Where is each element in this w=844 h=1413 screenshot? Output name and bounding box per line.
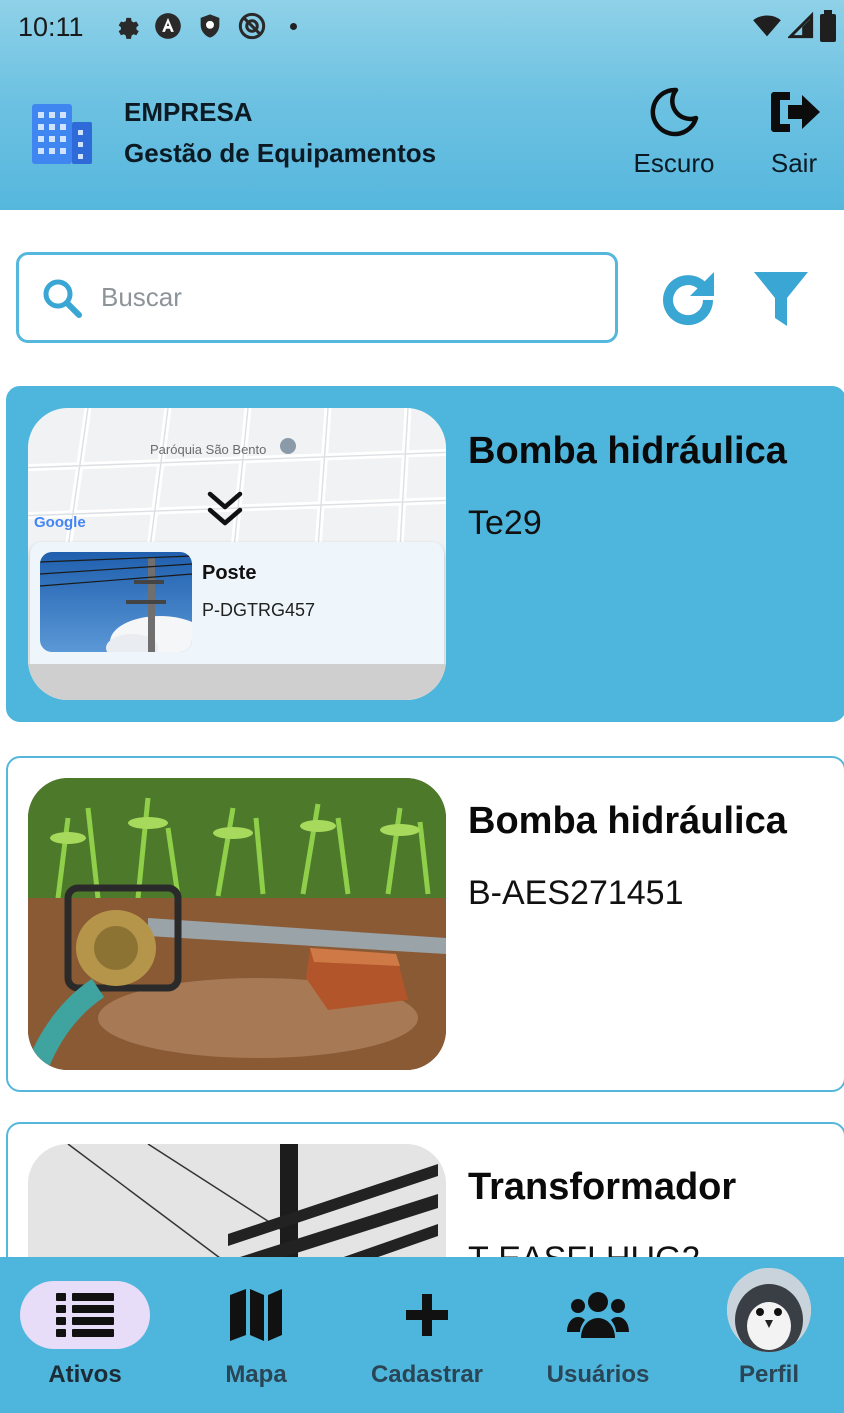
search-input[interactable] bbox=[101, 282, 581, 313]
asset-card[interactable]: Bomba hidráulica B-AES271451 bbox=[6, 756, 844, 1092]
status-icons-left bbox=[112, 12, 297, 40]
map-popup[interactable]: Poste P-DGTRG457 bbox=[30, 542, 444, 664]
asset-title: Bomba hidráulica bbox=[468, 800, 787, 842]
app-a-icon bbox=[155, 13, 181, 39]
status-time: 10:11 bbox=[18, 12, 84, 42]
dark-mode-button[interactable]: Escuro bbox=[622, 84, 726, 179]
asset-title: Bomba hidráulica bbox=[468, 430, 787, 472]
asset-photo bbox=[28, 778, 446, 1070]
refresh-icon[interactable] bbox=[656, 268, 720, 332]
users-icon bbox=[567, 1292, 629, 1338]
nav-label: Perfil bbox=[738, 1361, 800, 1388]
wifi-icon bbox=[753, 15, 781, 37]
pole-photo-small bbox=[40, 552, 192, 652]
pump-photo bbox=[28, 778, 446, 1070]
penguin-avatar bbox=[727, 1268, 811, 1352]
double-chevron-down-icon[interactable] bbox=[204, 488, 246, 530]
map-bottom-strip bbox=[28, 664, 446, 700]
settings-icon bbox=[118, 17, 139, 39]
sign-out-icon bbox=[771, 92, 820, 132]
filter-icon[interactable] bbox=[752, 268, 810, 330]
avatar bbox=[727, 1268, 811, 1352]
nav-item-usuarios[interactable]: Usuários bbox=[523, 1281, 673, 1389]
google-logo: Google bbox=[34, 514, 86, 531]
app-header: 10:11 EMPRESA Gestão de Equipamentos Esc… bbox=[0, 0, 844, 210]
nav-item-mapa[interactable]: Mapa bbox=[181, 1281, 331, 1389]
search-box[interactable] bbox=[16, 252, 618, 343]
map-thumbnail[interactable]: Paróquia São Bento Google Poste P-DGTRG4… bbox=[28, 408, 446, 700]
moon-icon bbox=[650, 87, 699, 137]
nav-label: Usuários bbox=[546, 1361, 650, 1388]
battery-icon bbox=[820, 10, 836, 42]
status-icons-right bbox=[752, 10, 836, 42]
nav-item-cadastrar[interactable]: Cadastrar bbox=[352, 1281, 502, 1389]
logout-button[interactable]: Sair bbox=[750, 84, 838, 179]
building-icon bbox=[32, 104, 92, 164]
dark-mode-label: Escuro bbox=[633, 148, 715, 178]
nav-label: Mapa bbox=[225, 1361, 287, 1388]
status-bar: 10:11 bbox=[0, 0, 844, 56]
nav-label: Cadastrar bbox=[370, 1361, 484, 1388]
plus-icon bbox=[406, 1294, 448, 1336]
nav-item-ativos[interactable]: Ativos bbox=[10, 1281, 160, 1389]
app-subtitle: Gestão de Equipamentos bbox=[124, 138, 437, 168]
popup-code: P-DGTRG457 bbox=[202, 600, 316, 620]
nav-item-perfil[interactable]: Perfil bbox=[694, 1268, 844, 1389]
map-icon bbox=[230, 1289, 282, 1341]
list-icon bbox=[56, 1293, 114, 1337]
asset-title: Transformador bbox=[468, 1166, 737, 1208]
signal-icon bbox=[788, 11, 814, 39]
bottom-navigation: Ativos Mapa Cadastrar Usuários Perfil bbox=[0, 1257, 844, 1413]
sync-icon bbox=[238, 12, 266, 40]
company-name: EMPRESA bbox=[124, 97, 253, 127]
nav-label: Ativos bbox=[48, 1361, 122, 1388]
nav-active-indicator bbox=[20, 1281, 150, 1349]
asset-code: B-AES271451 bbox=[468, 874, 684, 912]
map-poi-label: Paróquia São Bento bbox=[150, 442, 267, 457]
shield-icon bbox=[200, 14, 220, 38]
google-logo-text: Google bbox=[34, 514, 86, 531]
search-icon bbox=[43, 279, 82, 318]
logout-label: Sair bbox=[770, 148, 818, 178]
asset-code: Te29 bbox=[468, 504, 542, 542]
notification-dot bbox=[290, 22, 297, 30]
asset-card[interactable]: Paróquia São Bento Google Poste P-DGTRG4… bbox=[6, 386, 844, 722]
popup-title: Poste bbox=[202, 562, 257, 584]
